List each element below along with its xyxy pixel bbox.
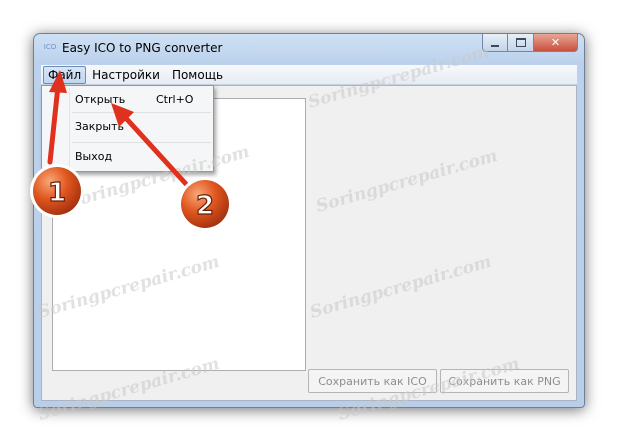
menu-item-open[interactable]: Открыть Ctrl+O [44, 89, 211, 111]
maximize-icon [515, 38, 526, 47]
menu-settings[interactable]: Настройки [86, 66, 166, 84]
menu-item-open-label: Открыть [75, 93, 126, 106]
maximize-button[interactable] [508, 34, 534, 52]
save-as-png-button[interactable]: Сохранить как PNG [440, 369, 569, 393]
file-menu-dropdown: Открыть Ctrl+O Закрыть Выход [41, 85, 214, 172]
minimize-icon [491, 44, 499, 47]
title-bar[interactable]: ICO Easy ICO to PNG converter ✕ [34, 34, 584, 62]
menu-item-close[interactable]: Закрыть [44, 116, 211, 138]
menu-help[interactable]: Помощь [166, 66, 229, 84]
menu-separator [72, 112, 211, 113]
menu-file[interactable]: Файл [43, 65, 87, 84]
menu-bar: Файл Настройки Помощь [41, 65, 577, 85]
menu-separator [72, 142, 211, 143]
menu-item-close-label: Закрыть [75, 120, 124, 133]
save-as-ico-button[interactable]: Сохранить как ICO [308, 369, 437, 393]
app-icon: ICO [43, 43, 57, 51]
close-icon: ✕ [550, 36, 561, 49]
window-title: Easy ICO to PNG converter [62, 41, 223, 55]
close-button[interactable]: ✕ [534, 34, 578, 52]
menu-item-open-shortcut: Ctrl+O [156, 93, 194, 106]
menu-item-exit-label: Выход [75, 150, 113, 163]
minimize-button[interactable] [482, 34, 508, 52]
window-controls: ✕ [482, 34, 578, 53]
menu-item-exit[interactable]: Выход [44, 146, 211, 168]
